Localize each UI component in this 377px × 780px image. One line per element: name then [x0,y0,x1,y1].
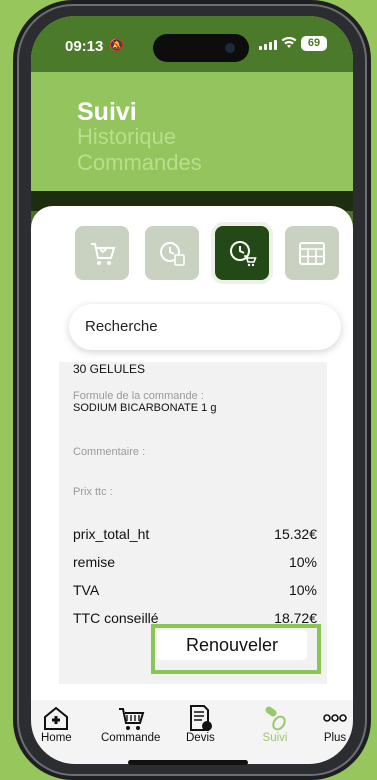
clock-cart-icon [230,241,257,267]
row-label: TTC conseillé [73,610,159,626]
row-label: prix_total_ht [73,526,150,542]
status-time: 09:13 [65,38,104,55]
page-subtitle: Historique Commandes [77,124,202,176]
phone-frame: 09:13 🔕 69 Suivi Historique Commandes Re… [17,4,367,776]
tab-calendar[interactable] [285,226,339,280]
nav-label: Plus [323,732,347,744]
row-label: TVA [73,582,100,598]
page-title: Suivi [77,98,137,126]
calendar-icon [299,242,325,265]
tab-history-document[interactable] [145,226,199,280]
silent-bell-icon: 🔕 [109,38,124,52]
subtitle-line-1: Historique [77,124,177,149]
home-indicator [128,760,248,765]
subtitle-line-2: Commandes [77,150,202,175]
order-details: 30 GELULES Formule de la commande : SODI… [59,362,327,684]
header-panel: 09:13 🔕 69 Suivi Historique Commandes [31,16,353,191]
document-icon [190,705,213,731]
filter-tabs [75,226,339,280]
app-screen: 09:13 🔕 69 Suivi Historique Commandes Re… [31,16,353,764]
status-bar: 09:13 🔕 69 [31,16,353,72]
order-quantity: 30 GELULES [73,362,146,376]
row-prix-total-ht: prix_total_ht 15.32€ [73,526,317,542]
row-remise: remise 10% [73,554,317,570]
cellular-signal-icon [259,40,277,50]
home-plus-icon [44,706,69,730]
cart-check-icon [91,243,116,265]
battery-indicator: 69 [301,36,327,51]
price-label: Prix ttc : [73,486,113,498]
nav-item-commande[interactable]: Commande [101,704,160,744]
nav-item-home[interactable]: Home [41,704,72,744]
dynamic-island [153,34,249,62]
wifi-icon [281,36,297,53]
nav-label: Suivi [262,732,288,744]
tab-cart-check[interactable] [75,226,129,280]
row-tva: TVA 10% [73,582,317,598]
nav-label: Devis [186,732,215,744]
nav-item-suivi[interactable]: Suivi [261,704,289,744]
nav-item-plus[interactable]: Plus [321,704,349,744]
row-label: remise [73,554,116,570]
nav-label: Commande [101,732,161,744]
renew-button[interactable]: Renouveler [157,630,307,660]
search-input[interactable]: Recherche [69,304,341,350]
row-value: 10% [288,582,317,598]
clock-document-icon [160,242,185,266]
formula-value: SODIUM BICARBONATE 1 g [73,402,217,414]
more-icon [323,714,347,722]
nav-item-devis[interactable]: Devis [186,704,215,744]
search-placeholder: Recherche [85,318,158,335]
comment-label: Commentaire : [73,446,146,458]
row-value: 10% [288,554,317,570]
formula-label: Formule de la commande : [73,390,204,402]
bottom-navigation: Home Commande Devis Suivi Plus [31,700,353,764]
row-value: 15.32€ [274,526,317,542]
cart-icon [118,708,145,730]
nav-label: Home [41,732,72,744]
tab-history-cart[interactable] [215,226,269,280]
pills-icon [265,706,286,731]
content-card: Recherche 30 GELULES Formule de la comma… [31,206,353,700]
